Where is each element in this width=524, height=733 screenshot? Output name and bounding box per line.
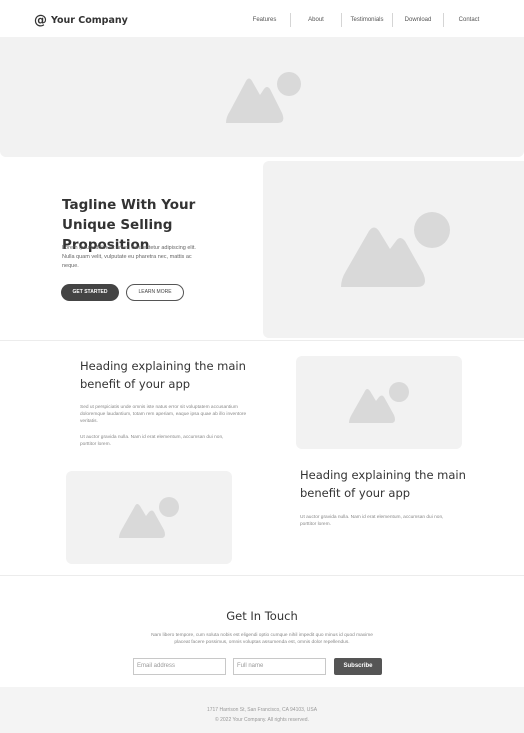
- learn-more-button[interactable]: LEARN MORE: [126, 284, 184, 301]
- feature-text-1b: Ut auctor gravida nulla. Nam id erat ele…: [80, 435, 224, 447]
- contact-description: Nam libero tempore, cum soluta nobis est…: [151, 633, 373, 645]
- feature-text-1a: Sed ut perspiciatis unde omnis iste natu…: [80, 405, 247, 424]
- email-input[interactable]: Email address: [133, 658, 226, 675]
- feature-image-placeholder-2: [66, 471, 232, 564]
- at-logo-icon: @: [34, 13, 47, 28]
- nav-download[interactable]: Download: [392, 13, 443, 27]
- contact-title: Get In Touch: [226, 609, 298, 623]
- image-icon: [341, 212, 450, 287]
- nav-testimonials[interactable]: Testimonials: [341, 13, 392, 27]
- image-icon: [119, 497, 179, 538]
- image-icon: [349, 382, 409, 423]
- section-divider: [0, 340, 524, 341]
- image-icon: [226, 72, 301, 123]
- subscribe-button[interactable]: Subscribe: [334, 658, 382, 675]
- main-nav: Features About Testimonials Download Con…: [239, 13, 494, 27]
- hero-description: Lorem ipsum dolor sit amet, consectetur …: [62, 245, 196, 269]
- feature-text-2: Ut auctor gravida nulla. Nam id erat ele…: [300, 515, 444, 527]
- banner-image-placeholder: [0, 37, 524, 157]
- footer-address: 1717 Harrison St, San Francisco, CA 9410…: [206, 707, 318, 713]
- site-footer: 1717 Harrison St, San Francisco, CA 9410…: [0, 687, 524, 733]
- footer-copyright: © 2022 Your Company. All rights reserved…: [215, 717, 309, 723]
- section-divider: [0, 575, 524, 576]
- get-started-button[interactable]: GET STARTED: [61, 284, 119, 301]
- logo[interactable]: @ Your Company: [34, 13, 128, 28]
- feature-image-placeholder-1: [296, 356, 462, 449]
- nav-about[interactable]: About: [290, 13, 341, 27]
- site-header: @ Your Company Features About Testimonia…: [0, 0, 524, 37]
- full-name-input[interactable]: Full name: [233, 658, 326, 675]
- nav-contact[interactable]: Contact: [443, 13, 494, 27]
- feature-heading-2: Heading explaining the main benefit of y…: [300, 468, 466, 500]
- nav-features[interactable]: Features: [239, 13, 290, 27]
- company-name: Your Company: [51, 15, 128, 26]
- hero-image-placeholder: [263, 161, 524, 338]
- feature-heading-1: Heading explaining the main benefit of y…: [80, 359, 246, 391]
